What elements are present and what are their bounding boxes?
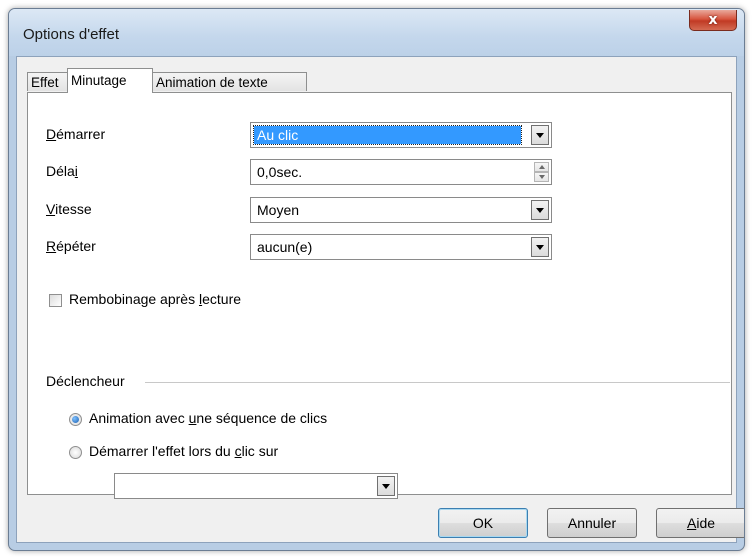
repeat-label: Répéter bbox=[46, 238, 96, 254]
trigger-on-shape-label[interactable]: Démarrer l'effet lors du clic sur bbox=[89, 443, 278, 459]
tab-minutage[interactable]: Minutage bbox=[67, 68, 153, 93]
spin-down-button[interactable] bbox=[534, 172, 549, 182]
window-title: Options d'effet bbox=[23, 26, 119, 43]
speed-label: Vitesse bbox=[46, 201, 92, 217]
tab-minutage-label: Minutage bbox=[71, 73, 127, 88]
speed-dropdown[interactable]: Moyen bbox=[250, 197, 552, 223]
tab-effet[interactable]: Effet bbox=[27, 72, 68, 91]
start-value: Au clic bbox=[253, 125, 522, 145]
arrow-up-icon bbox=[538, 165, 545, 169]
trigger-shape-dropdown[interactable] bbox=[114, 473, 398, 499]
help-button-label: ide bbox=[696, 515, 716, 531]
rewind-checkbox[interactable] bbox=[49, 294, 62, 307]
chevron-down-icon bbox=[382, 483, 390, 489]
tab-animation-texte[interactable]: Animation de texte bbox=[152, 72, 307, 91]
delay-spinbox[interactable]: 0,0sec. bbox=[250, 159, 552, 185]
button-bar: OK Annuler Aide bbox=[17, 495, 744, 542]
start-dropdown-button[interactable] bbox=[531, 125, 549, 145]
chevron-down-icon bbox=[536, 244, 544, 250]
dialog-body: Effet Minutage Animation de texte Démarr… bbox=[16, 56, 744, 543]
delay-value: 0,0sec. bbox=[257, 164, 303, 180]
trigger-click-sequence-radio[interactable] bbox=[69, 413, 82, 426]
repeat-dropdown-button[interactable] bbox=[531, 237, 549, 257]
start-label: Démarrer bbox=[46, 126, 106, 142]
chevron-down-icon bbox=[536, 207, 544, 213]
close-button[interactable]: x bbox=[689, 10, 737, 31]
trigger-click-sequence-label[interactable]: Animation avec une séquence de clics bbox=[89, 410, 327, 426]
title-bar[interactable]: Options d'effet x bbox=[9, 9, 744, 56]
rewind-label[interactable]: Rembobinage après lecture bbox=[69, 291, 241, 307]
arrow-down-icon bbox=[538, 175, 545, 179]
dialog-window: Options d'effet x Effet Minutage Animati… bbox=[8, 8, 745, 551]
trigger-shape-value bbox=[118, 477, 124, 495]
speed-value: Moyen bbox=[257, 202, 300, 218]
repeat-dropdown[interactable]: aucun(e) bbox=[250, 234, 552, 260]
close-icon: x bbox=[708, 12, 718, 28]
trigger-shape-dropdown-button[interactable] bbox=[377, 476, 395, 496]
chevron-down-icon bbox=[536, 132, 544, 138]
start-dropdown[interactable]: Au clic bbox=[250, 122, 552, 148]
delay-spin-buttons bbox=[534, 162, 549, 182]
trigger-group-label: Déclencheur bbox=[46, 373, 125, 389]
cancel-button[interactable]: Annuler bbox=[547, 508, 637, 538]
delay-label: Délai bbox=[46, 163, 78, 179]
timing-panel: Démarrer Au clic Délai 0,0sec. Vitesse M… bbox=[27, 92, 732, 495]
trigger-on-shape-radio[interactable] bbox=[69, 446, 82, 459]
group-divider bbox=[145, 382, 730, 383]
help-button-mnemonic: A bbox=[686, 515, 697, 531]
spin-up-button[interactable] bbox=[534, 162, 549, 172]
repeat-value: aucun(e) bbox=[257, 239, 313, 255]
speed-dropdown-button[interactable] bbox=[531, 200, 549, 220]
tab-animation-texte-label: Animation de texte bbox=[156, 75, 268, 90]
tab-effet-label: Effet bbox=[31, 75, 59, 90]
help-button[interactable]: Aide bbox=[656, 508, 744, 538]
ok-button[interactable]: OK bbox=[438, 508, 528, 538]
